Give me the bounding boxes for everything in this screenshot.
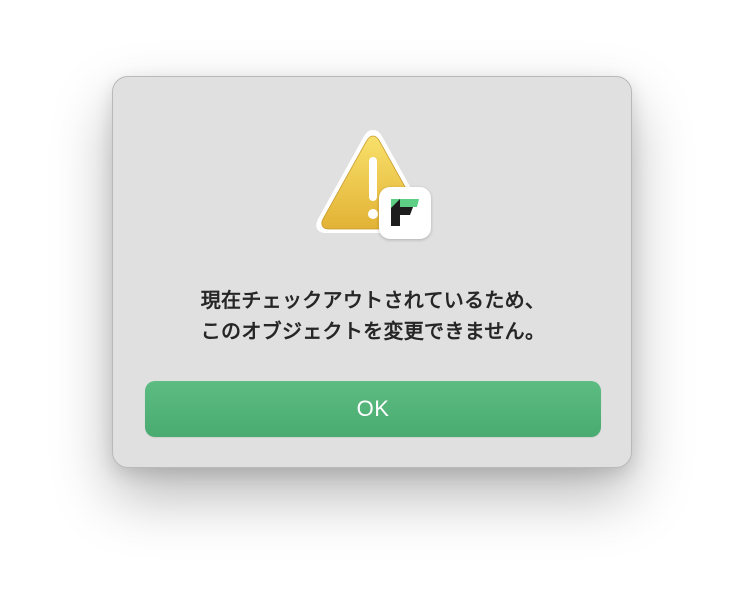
app-logo-badge [379, 187, 431, 239]
ok-button[interactable]: OK [145, 381, 601, 437]
message-line-1: 現在チェックアウトされているため、 [200, 288, 546, 312]
alert-dialog: 現在チェックアウトされているため、 このオブジェクトを変更できません。 OK [112, 76, 632, 468]
app-logo-icon [391, 199, 419, 226]
dialog-icon-group [313, 127, 433, 239]
screen-background: 現在チェックアウトされているため、 このオブジェクトを変更できません。 OK [0, 0, 744, 616]
alert-message: 現在チェックアウトされているため、 このオブジェクトを変更できません。 [133, 285, 613, 347]
message-line-2: このオブジェクトを変更できません。 [200, 319, 546, 343]
